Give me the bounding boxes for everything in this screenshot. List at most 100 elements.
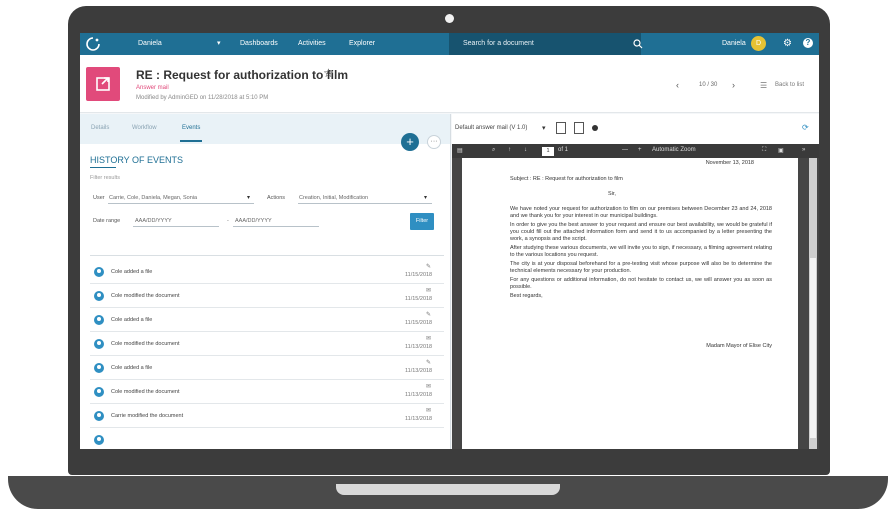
arrow-up-icon[interactable]: ↑ bbox=[508, 147, 511, 153]
document-viewer: Default answer mail (V 1.0) ▾ ⟳ ▤ ⌕ ↑ ↓ … bbox=[452, 114, 819, 449]
list-item[interactable]: Cole modified the document ✉ 11/13/2018 bbox=[90, 380, 444, 404]
nav-dashboards[interactable]: Dashboards bbox=[240, 40, 278, 47]
actions-filter-select[interactable]: Creation, Initial, Modification bbox=[299, 195, 368, 201]
app-screen: Daniela ▾ Dashboards Activities Explorer… bbox=[80, 33, 819, 449]
event-date: 11/15/2018 bbox=[405, 272, 433, 278]
avatar[interactable]: D bbox=[751, 36, 766, 51]
active-tab-indicator bbox=[180, 140, 202, 142]
document-header: RE : Request for authorization to film ☆… bbox=[80, 55, 819, 113]
event-text: Cole added a file bbox=[111, 269, 153, 275]
date-from-field[interactable]: AAA/DD/YYYY bbox=[135, 218, 172, 224]
pager-count: 10 / 30 bbox=[699, 82, 718, 88]
letter-paragraph: The city is at your disposal beforehand … bbox=[510, 261, 772, 274]
letter-subject: Subject : RE : Request for authorization… bbox=[510, 176, 623, 182]
list-item[interactable]: Carrie modified the document ✉ 11/13/201… bbox=[90, 404, 444, 428]
chevron-down-icon[interactable]: ▾ bbox=[424, 194, 427, 201]
tab-bar: Details Workflow Events + ··· bbox=[80, 114, 450, 151]
sidebar-toggle-icon[interactable]: ▤ bbox=[457, 147, 463, 154]
paperclip-icon: ✎ bbox=[426, 264, 432, 270]
event-date: 11/13/2018 bbox=[405, 368, 433, 374]
tab-events[interactable]: Events bbox=[182, 125, 200, 131]
pdf-file-icon[interactable] bbox=[556, 122, 566, 134]
nav-explorer[interactable]: Explorer bbox=[349, 40, 375, 47]
viewer-options-bar: Default answer mail (V 1.0) ▾ ⟳ bbox=[452, 114, 819, 144]
event-date: 11/13/2018 bbox=[405, 392, 433, 398]
laptop-notch bbox=[336, 484, 560, 495]
event-text: Cole modified the document bbox=[111, 389, 180, 395]
document-type-label: Answer mail bbox=[136, 85, 169, 91]
model-select[interactable]: Default answer mail (V 1.0) bbox=[455, 125, 527, 131]
filter-button[interactable]: Filter bbox=[410, 213, 434, 230]
camera-dot bbox=[445, 14, 454, 23]
print-icon[interactable]: ▣ bbox=[778, 147, 784, 154]
envelope-icon: ✉ bbox=[426, 408, 432, 414]
user-icon bbox=[94, 387, 104, 397]
list-icon[interactable]: ☰ bbox=[760, 81, 767, 90]
date-range-label: Date range bbox=[93, 218, 121, 224]
list-item[interactable]: Cole added a file ✎ 11/13/2018 bbox=[90, 356, 444, 380]
scrollbar-thumb[interactable] bbox=[810, 258, 816, 438]
top-bar: Daniela ▾ Dashboards Activities Explorer… bbox=[80, 33, 819, 55]
back-to-list-link[interactable]: Back to list bbox=[775, 82, 804, 88]
date-to-field[interactable]: AAA/DD/YYYY bbox=[235, 218, 272, 224]
chevron-left-icon[interactable]: ‹ bbox=[676, 80, 679, 90]
tab-details[interactable]: Details bbox=[91, 125, 109, 131]
page-number-input[interactable]: 1 bbox=[542, 147, 554, 156]
zoom-in-icon[interactable]: + bbox=[638, 147, 642, 153]
list-item[interactable]: Cole modified the document ✉ 11/15/2018 bbox=[90, 284, 444, 308]
tab-workflow[interactable]: Workflow bbox=[132, 125, 157, 131]
document-type-badge bbox=[86, 67, 120, 101]
letter-signature: Madam Mayor of Elise City bbox=[706, 343, 772, 349]
event-text: Cole added a file bbox=[111, 365, 153, 371]
divider bbox=[90, 255, 444, 256]
pdf-page: November 13, 2018 Subject : RE : Request… bbox=[462, 158, 798, 449]
envelope-icon: ✉ bbox=[426, 384, 432, 390]
event-date: 11/15/2018 bbox=[405, 296, 433, 302]
chevron-down-icon[interactable]: ▾ bbox=[247, 194, 250, 201]
list-item[interactable]: Cole added a file ✎ 11/15/2018 bbox=[90, 308, 444, 332]
add-button[interactable]: + bbox=[401, 133, 419, 151]
zoom-out-icon[interactable]: — bbox=[622, 147, 628, 153]
event-text: Cole added a file bbox=[111, 317, 153, 323]
gear-icon[interactable]: ⚙ bbox=[783, 38, 792, 49]
chevron-down-icon[interactable]: ▾ bbox=[217, 39, 221, 47]
star-icon[interactable]: ☆ bbox=[323, 66, 334, 80]
refresh-icon[interactable]: ⟳ bbox=[802, 123, 809, 132]
user-filter-select[interactable]: Carrie, Cole, Daniela, Megan, Sonia bbox=[109, 195, 197, 201]
help-icon[interactable]: ? bbox=[803, 38, 813, 48]
chevron-down-icon[interactable]: ▾ bbox=[542, 124, 546, 132]
search-input[interactable]: Search for a document bbox=[449, 33, 643, 55]
date-separator: - bbox=[227, 218, 229, 224]
user-selector[interactable]: Daniela bbox=[138, 40, 162, 47]
fullscreen-icon[interactable]: ⛶ bbox=[762, 147, 766, 154]
search-icon[interactable]: ⌕ bbox=[492, 147, 495, 154]
more-tools-icon[interactable]: » bbox=[802, 147, 805, 153]
paperclip-icon: ✎ bbox=[426, 312, 432, 318]
user-icon bbox=[94, 411, 104, 421]
user-icon bbox=[94, 291, 104, 301]
letter-date: November 13, 2018 bbox=[705, 160, 754, 166]
paperclip-icon: ✎ bbox=[426, 360, 432, 366]
chevron-right-icon[interactable]: › bbox=[732, 80, 735, 90]
export-icon bbox=[96, 77, 110, 91]
document-file-icon[interactable] bbox=[574, 122, 584, 134]
page-title: RE : Request for authorization to film bbox=[136, 68, 348, 82]
list-item[interactable]: Cole added a file ✎ 11/15/2018 bbox=[90, 260, 444, 284]
search-icon[interactable] bbox=[633, 39, 643, 49]
info-icon[interactable] bbox=[592, 125, 598, 131]
user-icon bbox=[94, 363, 104, 373]
more-options-button[interactable]: ··· bbox=[427, 135, 441, 149]
list-item[interactable] bbox=[90, 428, 444, 449]
letter-paragraph: After studying these various documents, … bbox=[510, 245, 772, 258]
list-item[interactable]: Cole modified the document ✉ 11/13/2018 bbox=[90, 332, 444, 356]
actions-filter-label: Actions bbox=[267, 195, 286, 201]
user-icon bbox=[94, 435, 104, 445]
nav-activities[interactable]: Activities bbox=[298, 40, 326, 47]
arrow-down-icon[interactable]: ↓ bbox=[524, 147, 527, 153]
pdf-canvas-area: November 13, 2018 Subject : RE : Request… bbox=[452, 158, 819, 449]
left-panel: Details Workflow Events + ··· HISTORY OF… bbox=[80, 114, 451, 449]
current-user-name[interactable]: Daniela bbox=[722, 40, 746, 47]
app-logo-icon[interactable] bbox=[86, 37, 100, 51]
modified-info: Modified by AdminGED on 11/28/2018 at 5:… bbox=[136, 95, 269, 101]
zoom-select[interactable]: Automatic Zoom bbox=[652, 147, 696, 153]
